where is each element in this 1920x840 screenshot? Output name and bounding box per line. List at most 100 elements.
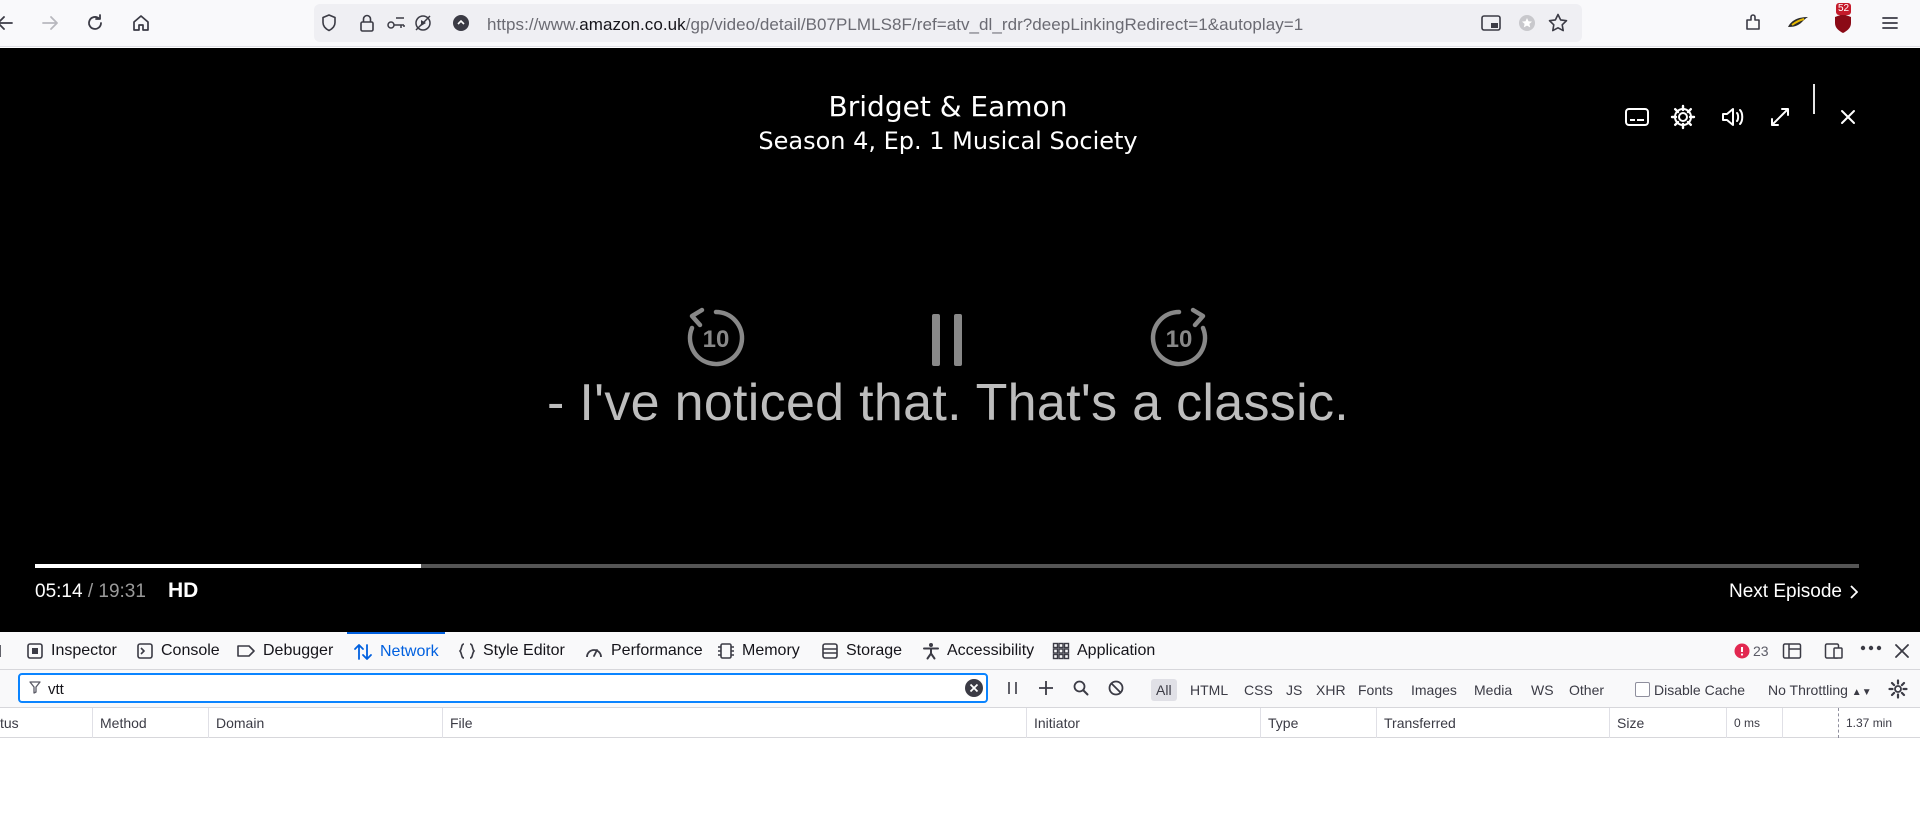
network-settings-icon[interactable] — [1888, 679, 1908, 699]
picture-in-picture-icon[interactable] — [1478, 10, 1504, 36]
column-transferred[interactable]: Transferred — [1376, 708, 1609, 738]
timeline-end: 1.37 min — [1838, 708, 1920, 738]
url-text[interactable]: https://www.amazon.co.uk/gp/video/detail… — [487, 15, 1303, 35]
rewind-10-button[interactable]: 10 — [684, 306, 748, 370]
time-separator: / — [82, 581, 99, 602]
settings-gear-icon[interactable] — [1666, 100, 1700, 134]
url-bar[interactable]: https://www.amazon.co.uk/gp/video/detail… — [314, 4, 1582, 42]
pause-recording-icon[interactable] — [1006, 680, 1020, 696]
control-divider — [1813, 84, 1815, 114]
progress-fill — [35, 564, 422, 568]
filter-type-fonts[interactable]: Fonts — [1358, 679, 1393, 701]
console-icon — [136, 642, 154, 660]
filter-type-media[interactable]: Media — [1474, 679, 1512, 701]
close-devtools-icon[interactable] — [1894, 643, 1910, 659]
subtitles-icon[interactable] — [1620, 100, 1654, 134]
current-time: 05:14 — [35, 581, 83, 602]
forward-10-button[interactable]: 10 — [1147, 306, 1211, 370]
tab-network[interactable]: Network — [347, 632, 445, 670]
home-icon[interactable] — [128, 10, 154, 36]
filter-type-ws[interactable]: WS — [1531, 679, 1554, 701]
filter-urls-box[interactable] — [18, 673, 988, 703]
back-arrow-icon[interactable] — [0, 10, 18, 36]
lock-icon[interactable] — [354, 10, 380, 36]
extension-icon[interactable] — [1785, 10, 1811, 36]
pick-element-icon[interactable] — [0, 643, 4, 659]
tab-memory[interactable]: Memory — [711, 632, 806, 670]
tab-inspector[interactable]: Inspector — [20, 632, 123, 670]
chevron-right-icon — [1850, 585, 1858, 599]
disable-cache-label[interactable]: Disable Cache — [1654, 679, 1745, 701]
reload-icon[interactable] — [82, 10, 108, 36]
column-domain[interactable]: Domain — [208, 708, 442, 738]
permissions-icon[interactable] — [384, 10, 410, 36]
filter-type-all[interactable]: All — [1151, 679, 1177, 701]
debugger-icon — [236, 642, 256, 660]
filter-urls-input[interactable] — [48, 678, 948, 700]
filter-type-html[interactable]: HTML — [1190, 679, 1228, 701]
tab-application[interactable]: Application — [1046, 632, 1161, 670]
network-icon — [353, 643, 373, 661]
error-indicator[interactable]: 23 — [1734, 643, 1769, 659]
tab-debugger[interactable]: Debugger — [230, 632, 339, 670]
extension-badge: 52 — [1836, 3, 1852, 15]
search-icon[interactable] — [1073, 680, 1089, 696]
extension-icon[interactable] — [1514, 10, 1540, 36]
forward-arrow-icon[interactable] — [37, 10, 63, 36]
column-status[interactable]: tus — [0, 708, 92, 738]
more-options-icon[interactable] — [1860, 644, 1882, 652]
split-console-icon[interactable] — [1782, 642, 1802, 660]
tab-accessibility[interactable]: Accessibility — [916, 632, 1040, 670]
volume-icon[interactable] — [1716, 100, 1750, 134]
menu-icon[interactable] — [1877, 10, 1903, 36]
filter-type-images[interactable]: Images — [1411, 679, 1457, 701]
column-method[interactable]: Method — [92, 708, 208, 738]
block-requests-icon[interactable] — [1108, 680, 1124, 696]
tab-style-editor[interactable]: Style Editor — [452, 632, 571, 670]
disable-cache-checkbox[interactable] — [1635, 682, 1650, 697]
style-editor-icon — [458, 642, 476, 660]
column-initiator[interactable]: Initiator — [1026, 708, 1260, 738]
forward-label: 10 — [1166, 326, 1193, 353]
network-filter-bar: All HTML CSS JS XHR Fonts Images Media W… — [0, 670, 1920, 708]
shield-icon[interactable] — [316, 10, 342, 36]
error-count: 23 — [1753, 643, 1769, 659]
filter-type-js[interactable]: JS — [1286, 679, 1302, 701]
throttling-label: No Throttling — [1768, 682, 1848, 698]
close-icon[interactable] — [1831, 100, 1865, 134]
storage-icon — [821, 642, 839, 660]
browser-toolbar: https://www.amazon.co.uk/gp/video/detail… — [0, 0, 1920, 47]
tab-performance[interactable]: Performance — [578, 632, 709, 670]
timeline-mid — [1782, 708, 1838, 738]
responsive-design-icon[interactable] — [1824, 642, 1844, 660]
time-display: 05:14 / 19:31 — [35, 581, 146, 603]
next-episode-label: Next Episode — [1728, 581, 1842, 602]
network-request-list — [0, 738, 1920, 840]
bookmark-star-icon[interactable] — [1545, 10, 1571, 36]
filter-type-other[interactable]: Other — [1569, 679, 1604, 701]
site-info-icon[interactable] — [448, 10, 474, 36]
extensions-icon[interactable] — [1740, 10, 1766, 36]
column-type[interactable]: Type — [1260, 708, 1376, 738]
filter-type-xhr[interactable]: XHR — [1316, 679, 1346, 701]
tab-console[interactable]: Console — [130, 632, 226, 670]
network-table-header: tus Method Domain File Initiator Type Tr… — [0, 708, 1920, 738]
clear-requests-edge-icon[interactable] — [0, 681, 4, 697]
error-icon — [1734, 643, 1750, 659]
filter-type-css[interactable]: CSS — [1244, 679, 1273, 701]
progress-bar[interactable] — [35, 564, 1859, 568]
application-icon — [1052, 642, 1070, 660]
rewind-label: 10 — [703, 326, 730, 353]
clear-filter-icon[interactable] — [964, 678, 984, 698]
column-file[interactable]: File — [442, 708, 1026, 738]
total-time: 19:31 — [98, 581, 146, 602]
add-request-icon[interactable] — [1038, 680, 1054, 696]
tab-storage[interactable]: Storage — [815, 632, 908, 670]
fullscreen-icon[interactable] — [1763, 100, 1797, 134]
autoplay-blocked-icon[interactable] — [410, 10, 436, 36]
next-episode-button[interactable]: Next Episode — [1729, 581, 1858, 603]
video-player[interactable]: Bridget & Eamon Season 4, Ep. 1 Musical … — [0, 48, 1920, 632]
column-size[interactable]: Size — [1609, 708, 1726, 738]
pause-button[interactable] — [930, 314, 964, 366]
throttling-select[interactable]: No Throttling ▲▼ — [1768, 679, 1872, 701]
